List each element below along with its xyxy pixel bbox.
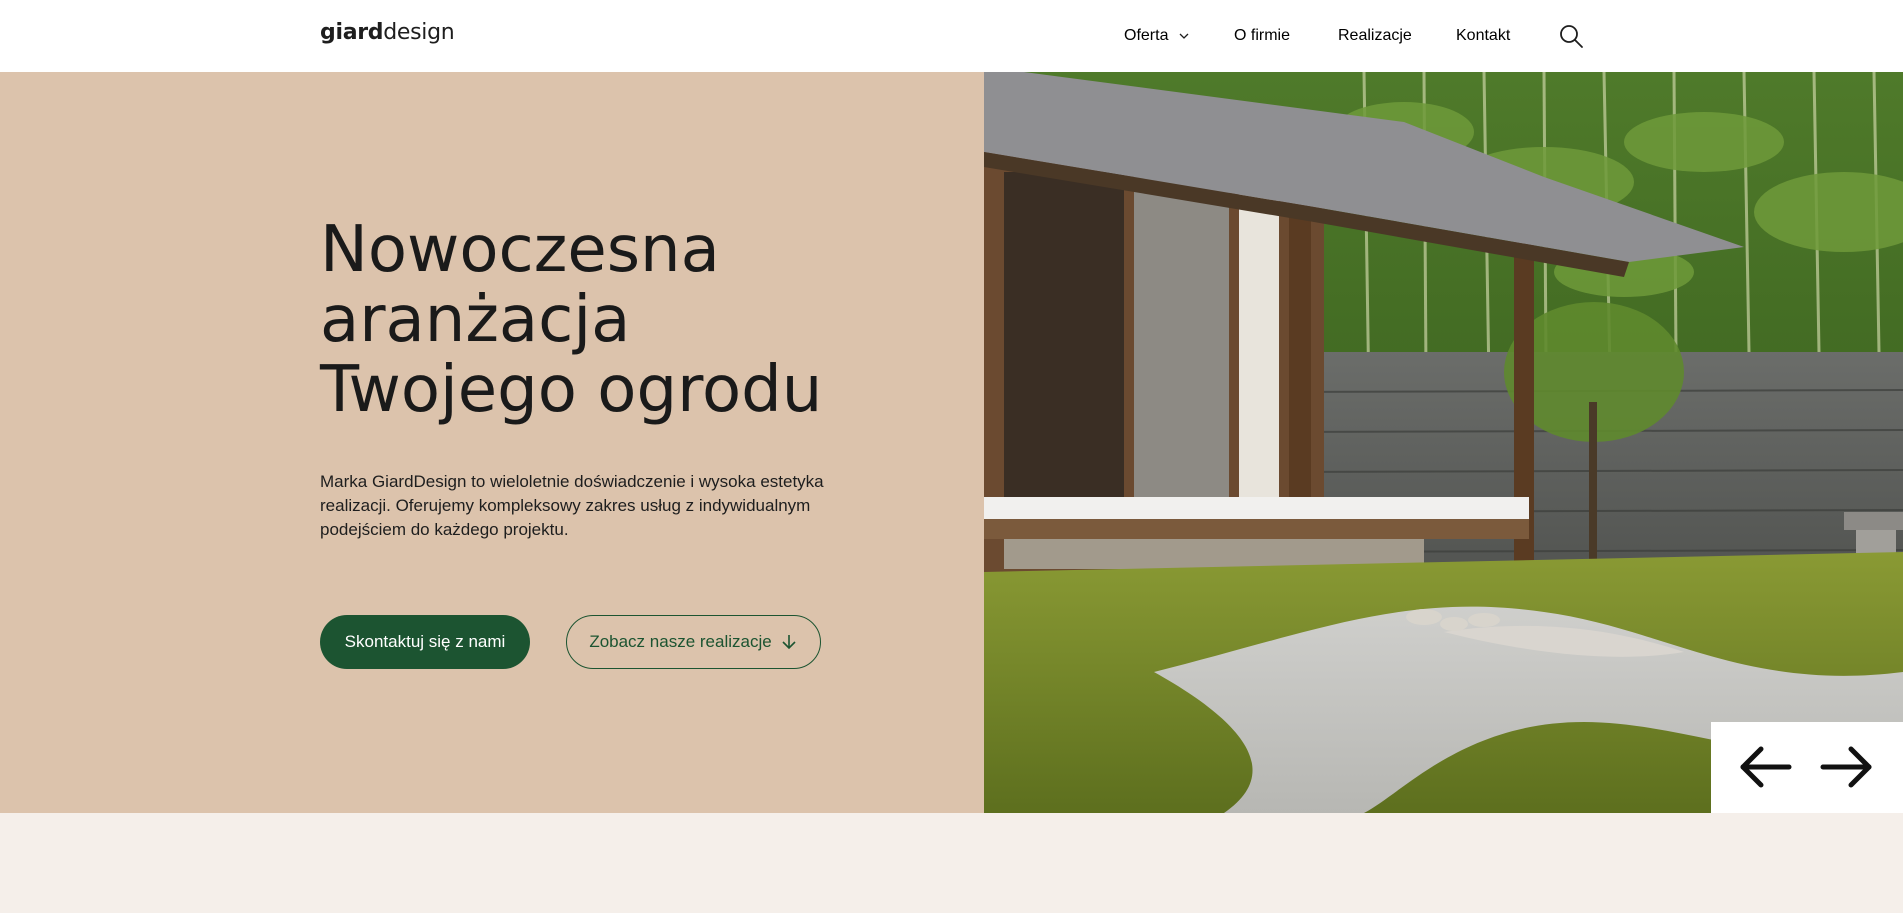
logo[interactable]: giarddesign: [320, 20, 455, 45]
contact-us-button[interactable]: Skontaktuj się z nami: [320, 615, 530, 669]
hero-text-panel: Nowoczesna aranżacja Twojego ogrodu Mark…: [0, 72, 984, 813]
garden-illustration: [984, 72, 1903, 813]
see-projects-button-label: Zobacz nasze realizacje: [589, 632, 772, 651]
arrow-right-icon[interactable]: [1819, 744, 1875, 790]
next-section-background: [0, 813, 1903, 913]
hero-title-line-2: aranżacja: [320, 283, 631, 357]
arrow-down-icon: [782, 635, 796, 650]
contact-us-button-label: Skontaktuj się z nami: [344, 632, 506, 651]
nav-item-realizacje[interactable]: Realizacje: [1338, 27, 1412, 45]
arrow-left-icon[interactable]: [1737, 744, 1793, 790]
nav-item-o-firmie[interactable]: O firmie: [1234, 27, 1290, 45]
hero-title-line-3: Twojego ogrodu: [320, 353, 823, 427]
hero-section: Nowoczesna aranżacja Twojego ogrodu Mark…: [0, 72, 1903, 813]
nav-item-oferta[interactable]: Oferta: [1124, 27, 1191, 45]
chevron-down-icon: [1179, 33, 1189, 39]
hero-title: Nowoczesna aranżacja Twojego ogrodu: [320, 215, 920, 425]
logo-light-part: design: [383, 20, 455, 45]
hero-description: Marka GiardDesign to wieloletnie doświad…: [320, 472, 824, 539]
see-projects-button[interactable]: Zobacz nasze realizacje: [566, 615, 821, 669]
slider-controls: [1711, 722, 1903, 813]
hero-title-line-1: Nowoczesna: [320, 213, 720, 287]
nav-item-realizacje-label: Realizacje: [1338, 27, 1412, 44]
site-header: giarddesign Oferta O firmie Realizacje K…: [0, 0, 1903, 72]
nav-item-o-firmie-label: O firmie: [1234, 27, 1290, 44]
logo-bold-part: giard: [320, 20, 384, 45]
nav-item-kontakt-label: Kontakt: [1456, 27, 1511, 44]
search-icon[interactable]: [1558, 23, 1584, 49]
nav-item-oferta-label: Oferta: [1124, 27, 1169, 44]
nav-item-kontakt[interactable]: Kontakt: [1456, 27, 1510, 45]
japanese-garden-photo: [984, 72, 1903, 813]
